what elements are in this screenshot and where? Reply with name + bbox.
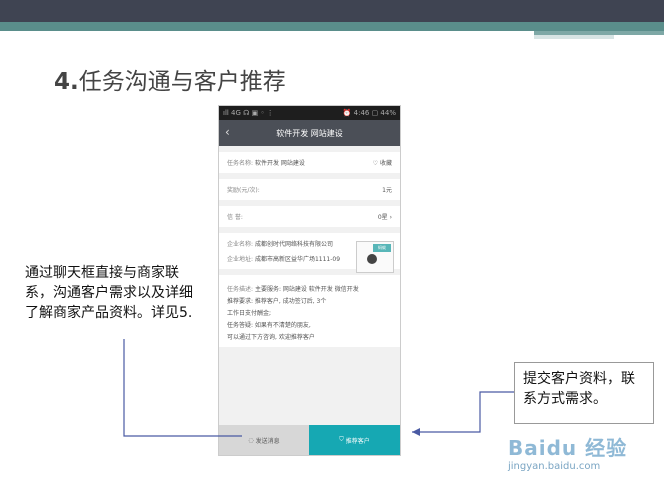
watermark-brand: Baidu 经验: [508, 436, 628, 460]
callout-lines: [123, 339, 514, 437]
watermark-url: jingyan.baidu.com: [508, 461, 601, 472]
baidu-watermark: Baidu 经验 jingyan.baidu.com: [508, 432, 658, 488]
